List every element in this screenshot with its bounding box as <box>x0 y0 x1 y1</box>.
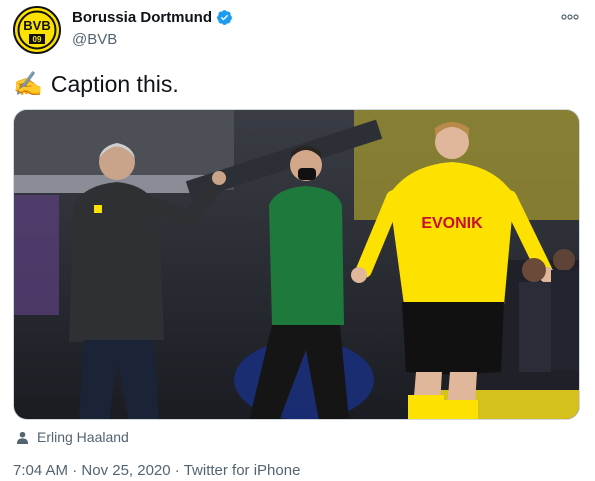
tweet-time[interactable]: 7:04 AM <box>13 462 68 479</box>
tagged-user-name[interactable]: Erling Haaland <box>37 429 129 445</box>
more-icon[interactable] <box>559 10 581 24</box>
author-name-row[interactable]: Borussia Dortmund <box>72 9 233 26</box>
display-name[interactable]: Borussia Dortmund <box>72 9 212 26</box>
purple-board <box>14 195 59 315</box>
tweet-date[interactable]: Nov 25, 2020 <box>81 462 170 479</box>
verified-badge-icon <box>217 10 232 25</box>
writing-hand-emoji: ✍️ <box>13 70 43 98</box>
avatar-logo-number: 09 <box>33 35 42 44</box>
shirt-sponsor: EVONIK <box>421 215 483 232</box>
avatar[interactable]: BVB 09 <box>13 6 61 54</box>
tweet-photo[interactable]: EVONIK <box>13 109 580 420</box>
tweet-source[interactable]: Twitter for iPhone <box>184 462 301 479</box>
meta-separator-2: · <box>170 462 184 479</box>
tagged-users-row[interactable]: Erling Haaland <box>16 429 129 445</box>
tweet-meta: 7:04 AM · Nov 25, 2020 · Twitter for iPh… <box>13 462 300 479</box>
meta-separator: · <box>68 462 82 479</box>
person-icon <box>16 431 29 444</box>
tweet-text: ✍️ Caption this. <box>13 70 179 98</box>
avatar-logo-text: BVB <box>23 18 50 33</box>
handle[interactable]: @BVB <box>72 31 117 48</box>
tweet-caption: Caption this. <box>50 71 179 97</box>
